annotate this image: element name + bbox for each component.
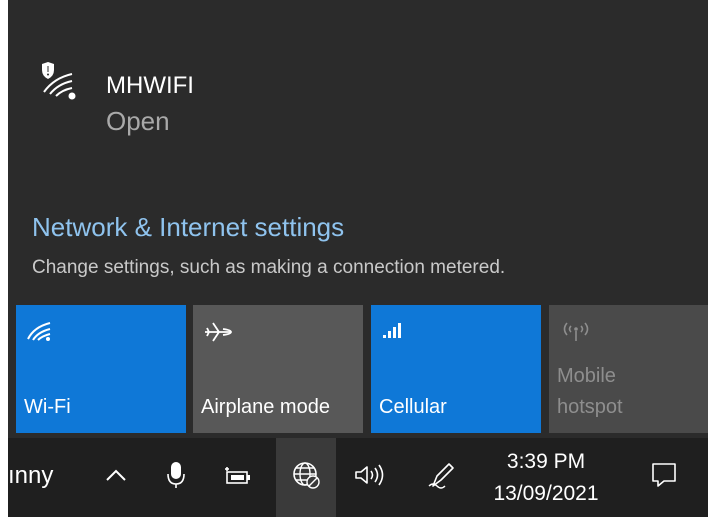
tile-mobile-hotspot[interactable]: Mobile hotspot xyxy=(549,305,708,433)
tile-wifi[interactable]: Wi-Fi xyxy=(16,305,186,433)
tile-label-line1: Mobile xyxy=(557,365,616,387)
tile-label: Wi-Fi xyxy=(24,396,71,418)
clock-date: 13/09/2021 xyxy=(493,482,599,505)
network-status: Open xyxy=(106,106,170,136)
tile-cellular[interactable]: Cellular xyxy=(371,305,541,433)
tile-airplane-mode[interactable]: Airplane mode xyxy=(193,305,363,433)
battery-icon xyxy=(223,465,253,490)
signal-bars-icon xyxy=(381,319,407,344)
network-settings-link[interactable]: Network & Internet settings xyxy=(32,212,344,243)
battery-button[interactable] xyxy=(216,438,260,517)
tile-label: Airplane mode xyxy=(201,396,330,418)
airplane-icon xyxy=(203,319,233,350)
tile-label: Cellular xyxy=(379,396,447,418)
chevron-up-icon xyxy=(105,468,127,487)
show-hidden-icons-button[interactable] xyxy=(94,438,138,517)
clock[interactable]: 3:39 PM 13/09/2021 xyxy=(486,446,606,510)
tile-label: Mobile hotspot xyxy=(557,361,623,423)
action-center-button[interactable] xyxy=(638,438,690,517)
wifi-icon xyxy=(26,319,52,346)
weather-text[interactable]: ınny xyxy=(8,462,53,490)
network-flyout: MHWIFI Open Network & Internet settings … xyxy=(8,0,708,438)
network-tray-button[interactable] xyxy=(276,438,336,517)
wifi-warning-icon xyxy=(36,58,80,102)
network-settings-description: Change settings, such as making a connec… xyxy=(32,257,506,278)
volume-icon xyxy=(354,463,386,492)
network-item-mhwifi[interactable]: MHWIFI Open xyxy=(36,58,676,148)
hotspot-icon xyxy=(559,319,593,348)
network-globe-icon xyxy=(291,460,321,495)
tile-label-line2: hotspot xyxy=(557,396,623,418)
pen-icon xyxy=(427,460,457,495)
clock-time: 3:39 PM xyxy=(506,450,586,473)
network-ssid: MHWIFI xyxy=(106,72,194,99)
action-center-icon xyxy=(650,461,678,494)
microphone-icon xyxy=(166,460,186,495)
microphone-button[interactable] xyxy=(156,438,196,517)
taskbar: ınny 3:39 PM 13/09/2021 xyxy=(8,438,708,517)
pen-workspace-button[interactable] xyxy=(418,438,466,517)
volume-button[interactable] xyxy=(346,438,394,517)
